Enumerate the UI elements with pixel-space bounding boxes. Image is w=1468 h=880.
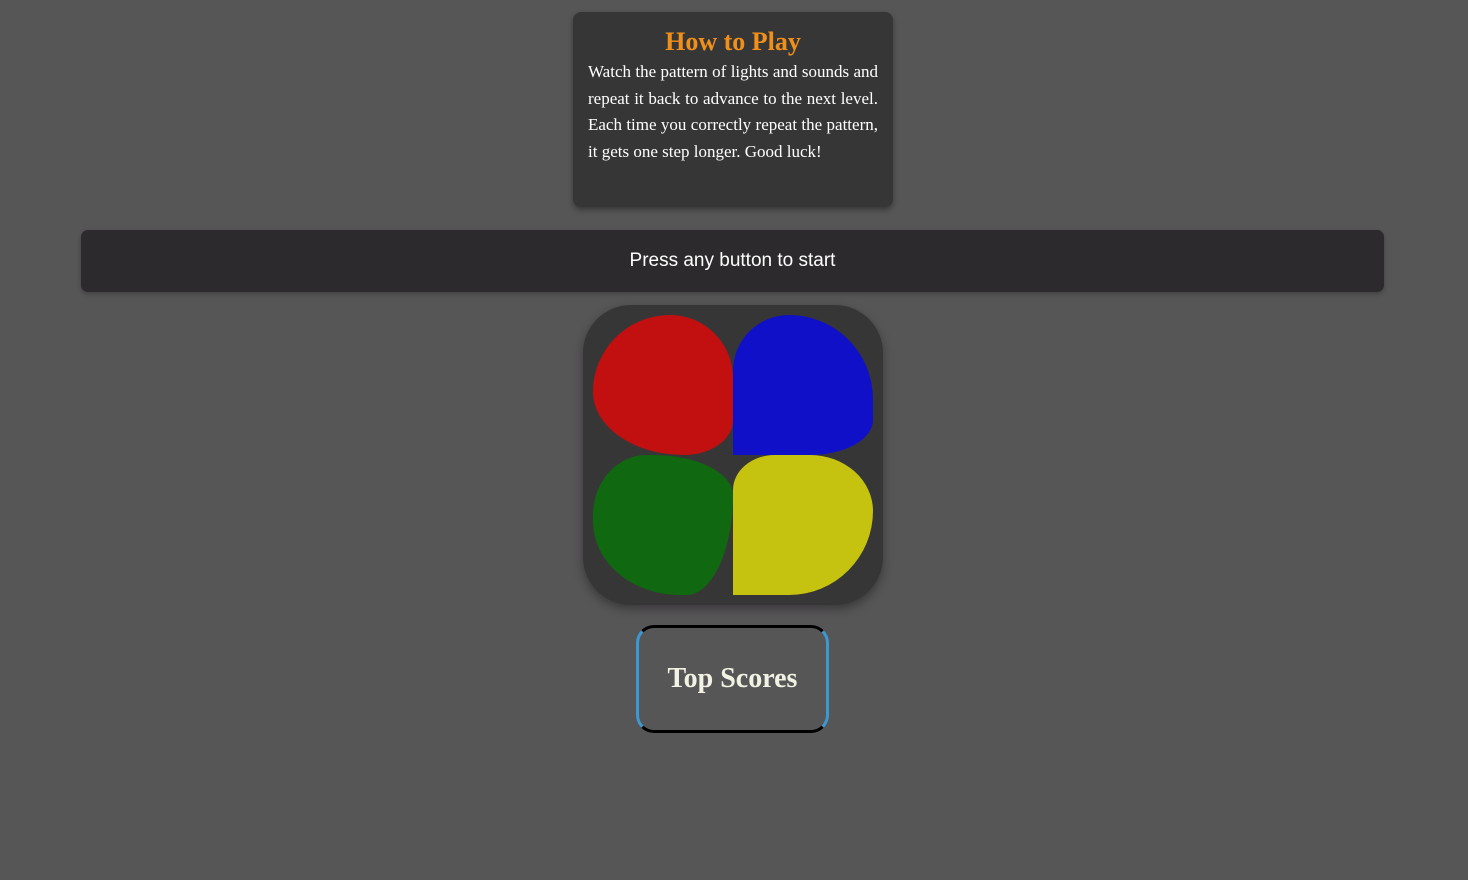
status-bar: Press any button to start	[81, 230, 1384, 292]
how-to-play-panel: How to Play Watch the pattern of lights …	[573, 12, 893, 207]
blue-pad-button[interactable]	[733, 315, 873, 455]
status-message: Press any button to start	[629, 250, 836, 271]
green-pad-button[interactable]	[593, 455, 733, 595]
how-to-play-title: How to Play	[665, 27, 801, 56]
red-pad-button[interactable]	[593, 315, 733, 455]
game-board	[583, 305, 883, 605]
yellow-pad-button[interactable]	[733, 455, 873, 595]
top-scores-button[interactable]: Top Scores	[636, 625, 829, 733]
top-scores-label: Top Scores	[667, 663, 798, 694]
how-to-play-text: Watch the pattern of lights and sounds a…	[588, 62, 878, 161]
